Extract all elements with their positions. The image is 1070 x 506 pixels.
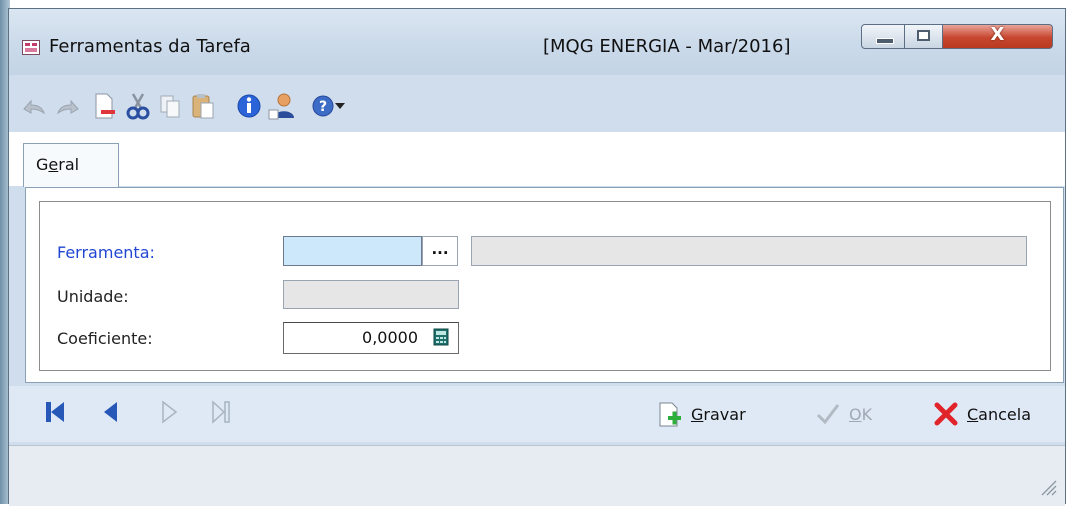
info-icon[interactable] <box>235 92 263 120</box>
ferramenta-lookup-button[interactable]: ... <box>422 236 458 266</box>
ferramenta-description-field <box>471 236 1027 266</box>
cancela-button[interactable]: Cancela <box>933 399 1031 429</box>
ferramenta-label: Ferramenta: <box>57 243 155 262</box>
ferramenta-code-input[interactable] <box>283 236 422 266</box>
close-icon: X <box>990 24 1005 45</box>
save-icon <box>657 401 683 427</box>
coeficiente-value: 0,0000 <box>362 328 418 347</box>
new-document-icon[interactable] <box>90 92 118 120</box>
copy-icon[interactable] <box>156 92 184 120</box>
window-controls: X <box>861 24 1064 49</box>
tab-geral[interactable]: Geral <box>23 143 119 187</box>
status-bar <box>9 445 1065 506</box>
dropdown-arrow-icon[interactable] <box>331 92 349 120</box>
navigation-bar: Gravar OK Cancela <box>9 386 1065 442</box>
tab-geral-label: Geral <box>36 155 80 174</box>
paste-icon[interactable] <box>189 92 217 120</box>
title-bar[interactable]: Ferramentas da Tarefa [MQG ENERGIA - Mar… <box>9 9 1065 75</box>
window-title: Ferramentas da Tarefa <box>49 36 251 57</box>
maximize-button[interactable] <box>905 24 943 49</box>
close-button[interactable]: X <box>943 24 1053 49</box>
next-record-icon[interactable] <box>157 399 183 425</box>
resize-grip-icon[interactable] <box>1039 478 1057 496</box>
dialog-window: Ferramentas da Tarefa [MQG ENERGIA - Mar… <box>8 8 1066 506</box>
tab-content: Ferramenta: ... Unidade: Coeficiente: 0,… <box>25 187 1064 383</box>
gravar-button[interactable]: Gravar <box>657 399 746 429</box>
ok-button[interactable]: OK <box>815 399 872 429</box>
coeficiente-input[interactable]: 0,0000 <box>283 322 459 354</box>
minimize-button[interactable] <box>861 24 905 49</box>
calculator-icon[interactable] <box>433 328 449 346</box>
toolbar: ? <box>9 78 1065 132</box>
last-record-icon[interactable] <box>209 399 235 425</box>
window-context: [MQG ENERGIA - Mar/2016] <box>543 36 791 57</box>
first-record-icon[interactable] <box>43 399 69 425</box>
app-icon[interactable] <box>22 40 40 55</box>
coeficiente-label: Coeficiente: <box>57 329 153 348</box>
tab-strip: Geral <box>9 132 1065 187</box>
cancel-x-icon <box>933 401 959 427</box>
cut-icon[interactable] <box>124 92 152 120</box>
previous-record-icon[interactable] <box>99 399 125 425</box>
unidade-label: Unidade: <box>57 287 129 306</box>
check-icon <box>815 401 841 427</box>
minimize-icon <box>876 38 894 44</box>
unidade-field <box>283 280 459 309</box>
form-group: Ferramenta: ... Unidade: Coeficiente: 0,… <box>39 201 1051 371</box>
maximize-icon <box>917 30 930 41</box>
undo-icon[interactable] <box>20 92 48 120</box>
redo-icon[interactable] <box>54 92 82 120</box>
user-icon[interactable] <box>267 92 295 120</box>
svg-text:?: ? <box>319 99 327 115</box>
